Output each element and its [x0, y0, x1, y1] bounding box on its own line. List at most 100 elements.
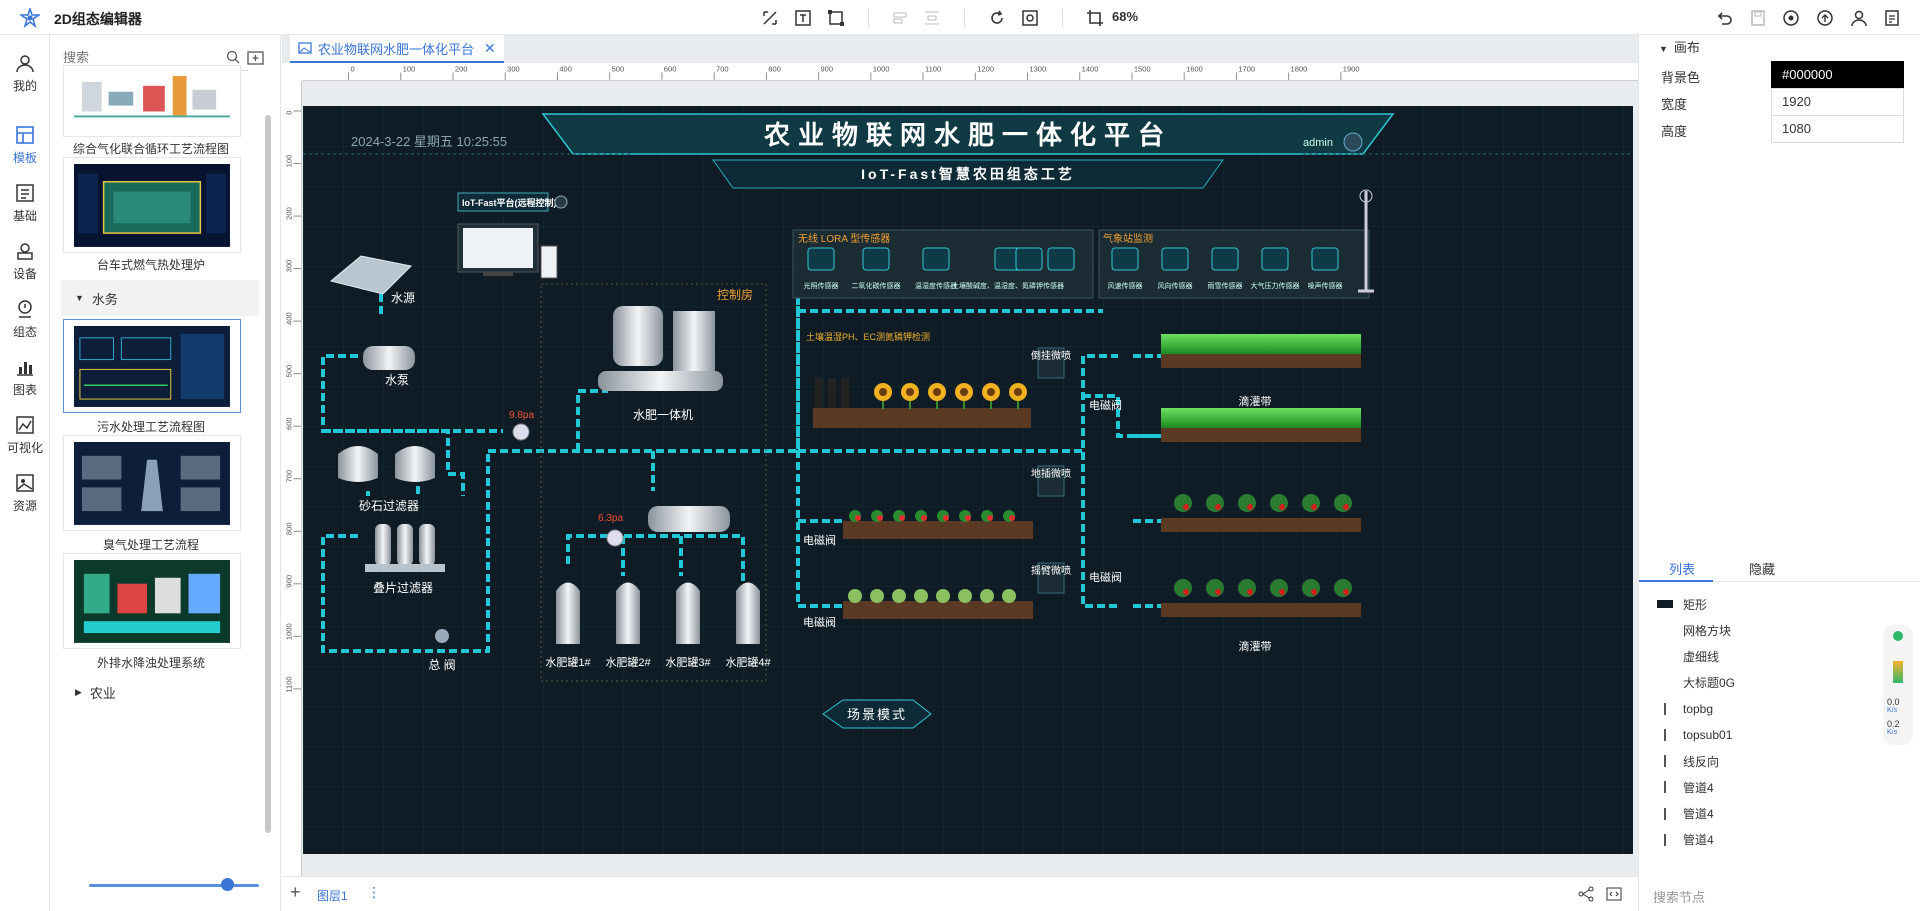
ruler-tick-label: 700 [716, 65, 729, 74]
template-thumb[interactable] [63, 157, 241, 253]
scada-canvas[interactable]: 农业物联网水肥一体化平台 IoT-Fast智慧农田组态工艺 2024-3-22 … [303, 106, 1633, 854]
ruler-tick-label: 800 [285, 522, 294, 535]
main-valve-icon[interactable] [435, 629, 449, 643]
nav-visualization[interactable]: 可视化 [0, 405, 50, 465]
zoom-level[interactable]: 68% [1112, 9, 1138, 24]
ruler-tick-label: 200 [455, 65, 468, 74]
add-template-icon[interactable] [247, 49, 265, 67]
pepper-plant [1334, 494, 1352, 512]
rect-tool-icon[interactable] [826, 8, 846, 28]
fit-screen-icon[interactable] [1020, 8, 1040, 28]
template-thumb[interactable] [63, 553, 241, 649]
layer-label: 管道4 [1683, 807, 1714, 822]
lora-title: 无线 LORA 型传感器 [798, 232, 890, 245]
strawberry-fruit [921, 515, 927, 521]
ruler-tick-label: 1000 [873, 65, 890, 74]
code-icon[interactable] [1606, 886, 1622, 902]
ruler-tick-label: 900 [285, 575, 294, 588]
connector-tool-icon[interactable] [760, 8, 780, 28]
upload-rate: 0.0 [1887, 697, 1900, 707]
document-tab[interactable]: 农业物联网水肥一体化平台 ✕ [290, 35, 504, 63]
sunflower-center [987, 388, 995, 396]
account-icon[interactable] [1849, 8, 1869, 28]
nav-chart[interactable]: 图表 [0, 347, 50, 407]
prop-width: 宽度 1920 [1661, 88, 1911, 116]
save-icon[interactable] [1748, 8, 1768, 28]
category-water[interactable]: ▼ 水务 [61, 280, 259, 316]
template-label: 外排水降浊处理系统 [96, 656, 205, 670]
pepper-plant [1206, 494, 1224, 512]
layer-label: 矩形 [1683, 597, 1708, 612]
ruler-tick-label: 400 [285, 312, 294, 325]
pressure-reading-1: 9.8pa [509, 410, 534, 421]
user-icon [16, 55, 34, 73]
layer-label: 网格方块 [1683, 623, 1732, 638]
nav-mine[interactable]: 我的 [0, 43, 50, 103]
ruler-tick-label: 500 [285, 365, 294, 378]
monitor-stand [483, 272, 513, 276]
template-preview [74, 72, 230, 132]
node-search-input[interactable]: 搜索节点 [1653, 887, 1705, 906]
connection-icon[interactable] [1578, 886, 1594, 902]
refresh-icon[interactable] [987, 8, 1007, 28]
publish-icon[interactable] [1815, 8, 1835, 28]
layer-item[interactable]: 管道4 [1639, 825, 1920, 855]
distribute-icon[interactable] [922, 8, 942, 28]
template-thumb[interactable] [63, 435, 241, 531]
nav-template[interactable]: 模板 [0, 115, 50, 175]
template-scrollbar[interactable] [265, 115, 271, 833]
nav-config[interactable]: 组态 [0, 289, 50, 349]
cabbage-plant [870, 589, 884, 603]
align-icon[interactable] [890, 8, 910, 28]
preview-icon[interactable] [1781, 8, 1801, 28]
tab-close-icon[interactable]: ✕ [484, 40, 496, 57]
disc-filter-icon [419, 524, 435, 566]
usage-gauge [1893, 661, 1903, 683]
ruler-tick-label: 100 [285, 155, 294, 168]
scada-user: admin [1303, 137, 1333, 149]
cabbage-plant [892, 589, 906, 603]
properties-panel: ▼ 画布 背景色 #000000 宽度 1920 高度 1080 列表 隐藏 矩形… [1638, 35, 1920, 911]
cabbage-plant [848, 589, 862, 603]
tab-list[interactable]: 列表 [1669, 559, 1695, 578]
layer-tabs: 列表 隐藏 [1639, 552, 1920, 582]
height-input[interactable]: 1080 [1771, 115, 1904, 143]
pepper-fruit [1183, 589, 1189, 595]
layer-menu-icon[interactable]: ⋮ [367, 884, 381, 901]
template-thumb[interactable] [63, 65, 241, 137]
thumb-size-slider-knob[interactable] [221, 878, 234, 891]
layer-label: 管道4 [1683, 780, 1714, 795]
nav-resource[interactable]: 资源 [0, 463, 50, 523]
pepper-fruit [1279, 504, 1285, 510]
sensor-label: 二氧化碳传感器 [852, 281, 901, 290]
add-layer-icon[interactable]: + [290, 882, 301, 903]
user-avatar[interactable] [1343, 132, 1363, 152]
vertical-ruler: 0 100 200 300 400 500 600 700 800 900 1000 1100 [282, 81, 302, 901]
category-agri[interactable]: ▶ 农业 [61, 677, 259, 707]
category-label: 水务 [91, 291, 118, 307]
layer-tab[interactable]: 图层1 [317, 887, 348, 904]
tab-hidden[interactable]: 隐藏 [1749, 559, 1775, 578]
canvas-section-header[interactable]: ▼ 画布 [1659, 37, 1700, 56]
undo-icon[interactable] [1714, 8, 1734, 28]
fertigation-label: 水肥一体机 [633, 408, 693, 422]
nav-basic[interactable]: 基础 [0, 173, 50, 233]
ruler-tick-label: 1100 [285, 676, 294, 692]
search-icon[interactable] [226, 50, 240, 64]
nav-device[interactable]: 设备 [0, 231, 50, 291]
toolbar-divider [868, 9, 869, 27]
bg-color-input[interactable]: #000000 [1771, 61, 1904, 89]
remote-close-icon[interactable] [554, 195, 568, 209]
width-input[interactable]: 1920 [1771, 88, 1904, 116]
sensor-icon [1211, 247, 1239, 271]
template-thumb-selected[interactable] [63, 319, 241, 413]
cabbage-plant [936, 589, 950, 603]
weather-title: 气象站监测 [1103, 232, 1153, 245]
water-source-label: 水源 [391, 291, 415, 305]
text-tool-icon[interactable] [793, 8, 813, 28]
export-icon[interactable] [1882, 8, 1902, 28]
tank-label: 水肥罐4# [725, 656, 771, 669]
pepper-plant [1238, 494, 1256, 512]
valve-label: 电磁阀 [803, 533, 836, 547]
crop-icon[interactable] [1085, 8, 1105, 28]
